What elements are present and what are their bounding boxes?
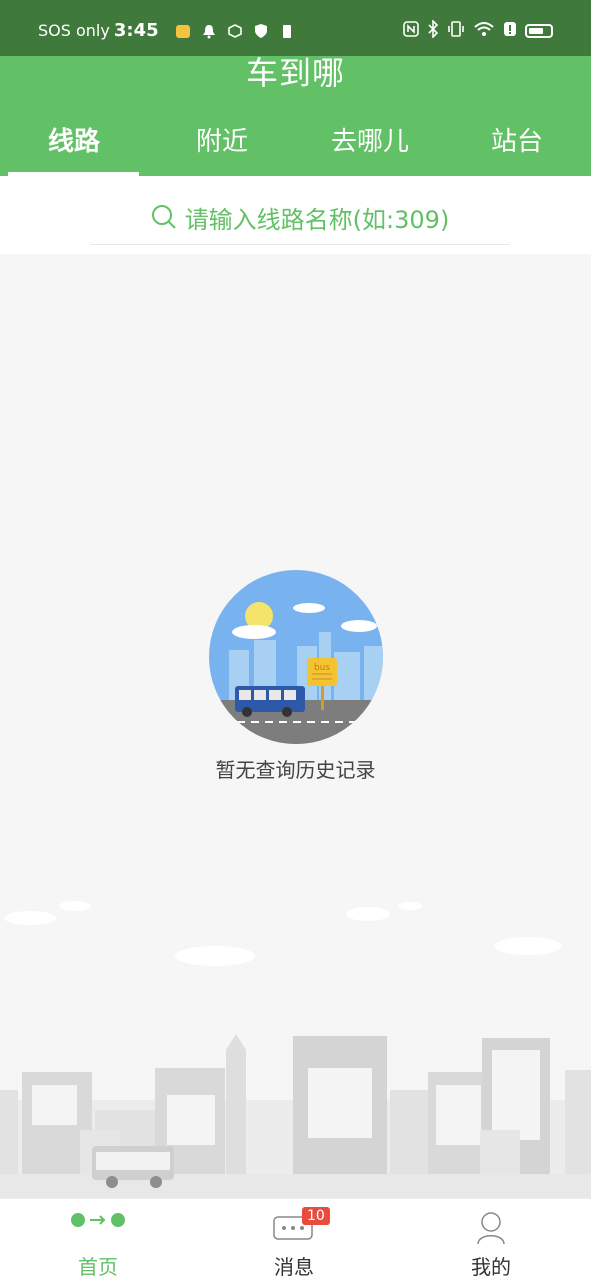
bottom-nav: 首页 10 消息 我的 [0,1198,591,1281]
bus-sign-text: bus [313,663,329,673]
vibrate-icon [447,20,465,42]
tab-destination[interactable]: 去哪儿 [296,120,444,176]
clock-time: 3:45 [113,20,159,41]
tab-stations[interactable]: 站台 [443,120,591,176]
calendar-app-icon [175,23,191,39]
message-count-badge: 10 [302,1207,330,1225]
tab-bar: 线路 附近 去哪儿 站台 [0,120,591,176]
nav-profile[interactable]: 我的 [393,1199,589,1281]
status-left: SOS only 3:45 [38,20,295,41]
nav-messages[interactable]: 10 消息 [196,1199,392,1281]
box-icon [227,23,243,39]
carrier-text: SOS only [38,21,110,40]
shield-icon [253,23,269,39]
nfc-icon [403,21,419,41]
city-scenery-illustration [0,901,591,1198]
tab-nearby[interactable]: 附近 [148,120,296,176]
nav-messages-label: 消息 [274,1255,314,1279]
signal-alert-icon [503,21,517,41]
empty-message: 暂无查询历史记录 [215,758,376,782]
alert-battery-icon [279,23,295,39]
app-header: 车到哪 线路 附近 去哪儿 站台 [0,56,591,176]
profile-icon [477,1212,505,1245]
bluetooth-icon [427,19,439,42]
nav-profile-label: 我的 [471,1255,511,1279]
search-placeholder: 请输入线路名称(如:309) [184,205,450,234]
wifi-icon [473,20,495,42]
nav-home[interactable]: 首页 [0,1199,196,1281]
search-icon [151,205,176,229]
status-right [403,19,553,42]
tab-routes[interactable]: 线路 [0,120,148,176]
search-input[interactable]: 请输入线路名称(如:309) [90,190,510,245]
status-bar: SOS only 3:45 [0,0,591,56]
nav-home-label: 首页 [78,1255,118,1279]
search-area: 请输入线路名称(如:309) [0,176,591,254]
home-route-icon [71,1213,125,1227]
bus-stop-illustration: bus [208,570,383,744]
battery-icon [525,24,553,38]
empty-state: bus 暂无查询历史记录 [0,570,591,783]
notification-bell-icon [201,23,217,39]
app-title: 车到哪 [245,54,345,92]
